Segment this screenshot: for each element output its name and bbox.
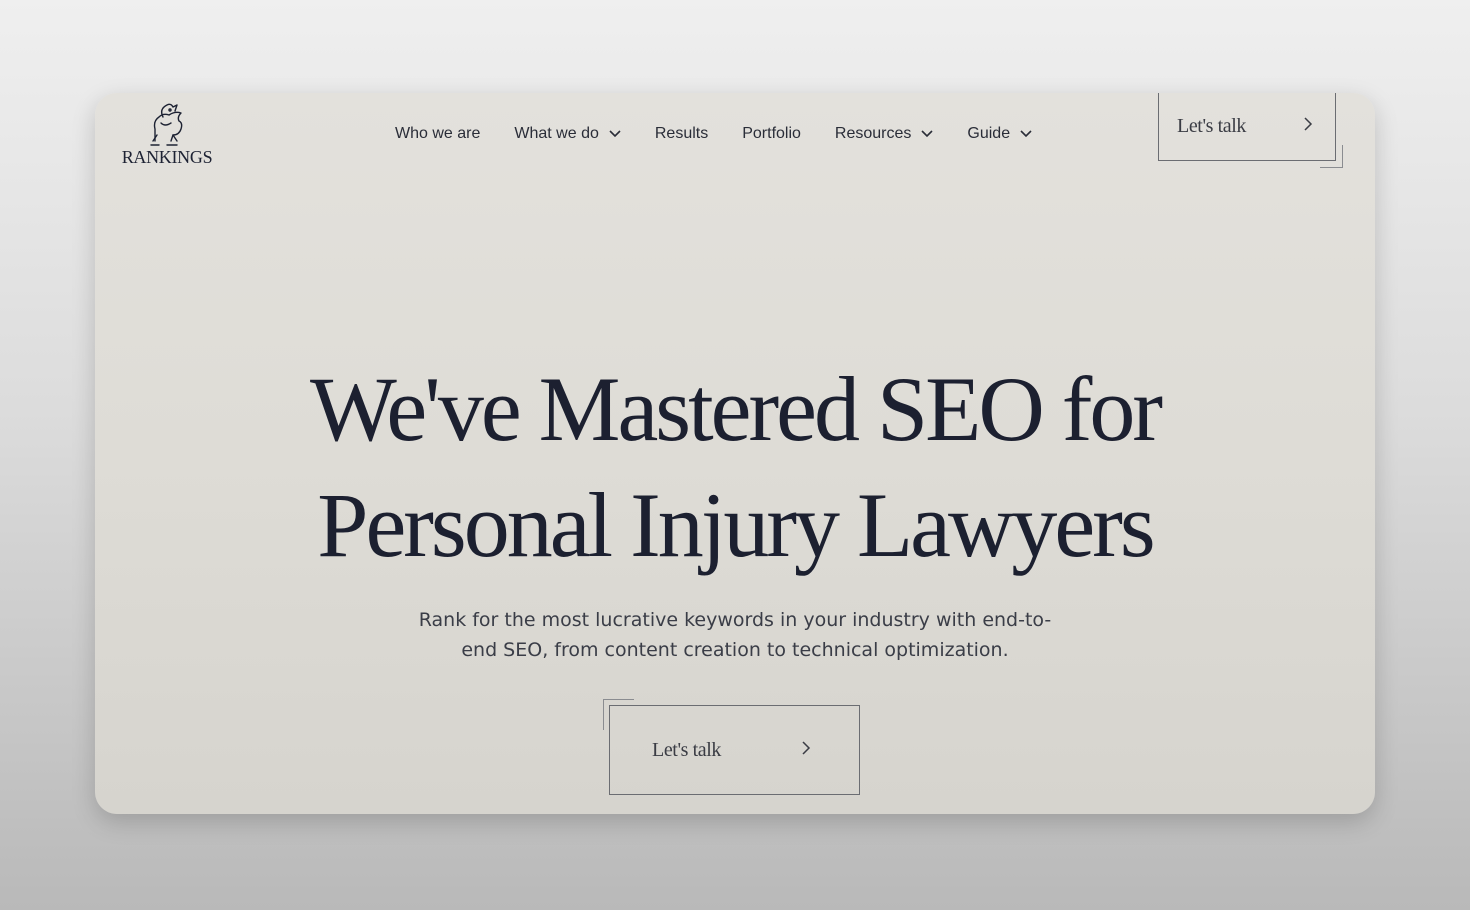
- chevron-down-icon: [609, 125, 621, 143]
- chevron-right-icon: [1303, 116, 1313, 137]
- brand-logo[interactable]: RANKINGS: [117, 101, 217, 176]
- hero-cta-button[interactable]: Let's talk: [609, 705, 860, 795]
- nav-item-portfolio[interactable]: Portfolio: [742, 125, 801, 143]
- brand-name: RANKINGS: [121, 147, 213, 167]
- hero-title-line1: We've Mastered SEO for: [309, 358, 1163, 460]
- nav-item-label: Results: [654, 125, 709, 142]
- header-cta-label: Let's talk: [1177, 115, 1247, 137]
- nav-item-label: Resources: [834, 125, 912, 142]
- nav-item-resources[interactable]: Resources: [835, 125, 933, 143]
- griffin-logo-icon: [150, 103, 183, 146]
- nav-item-label: What we do: [514, 125, 599, 142]
- hero-title-line2: Personal Injury Lawyers: [317, 474, 1155, 576]
- nav-item-label: Portfolio: [742, 125, 801, 142]
- nav-item-label: Guide: [967, 125, 1011, 142]
- nav-item-label: Who we are: [395, 125, 481, 142]
- hero-cta-label: Let's talk: [652, 738, 722, 761]
- nav-item-results[interactable]: Results: [655, 125, 708, 143]
- main-nav: Who we are What we do Results Portfolio …: [395, 121, 1066, 147]
- header-cta-button[interactable]: Let's talk: [1158, 93, 1336, 161]
- chevron-down-icon: [1020, 125, 1032, 143]
- chevron-right-icon: [801, 740, 811, 761]
- nav-item-guide[interactable]: Guide: [967, 125, 1032, 143]
- hero-subtitle: Rank for the most lucrative keywords in …: [385, 605, 1085, 665]
- hero-title: We've Mastered SEO for Personal Injury L…: [95, 351, 1375, 583]
- chevron-down-icon: [921, 125, 933, 143]
- nav-item-what-we-do[interactable]: What we do: [514, 125, 621, 143]
- button-corner-accent: [1320, 145, 1343, 168]
- browser-frame: RANKINGS Who we are What we do Results P…: [95, 93, 1375, 814]
- hero-subtitle-line2: end SEO, from content creation to techni…: [461, 639, 1009, 661]
- nav-item-who-we-are[interactable]: Who we are: [395, 125, 480, 143]
- hero-subtitle-line1: Rank for the most lucrative keywords in …: [418, 609, 1052, 631]
